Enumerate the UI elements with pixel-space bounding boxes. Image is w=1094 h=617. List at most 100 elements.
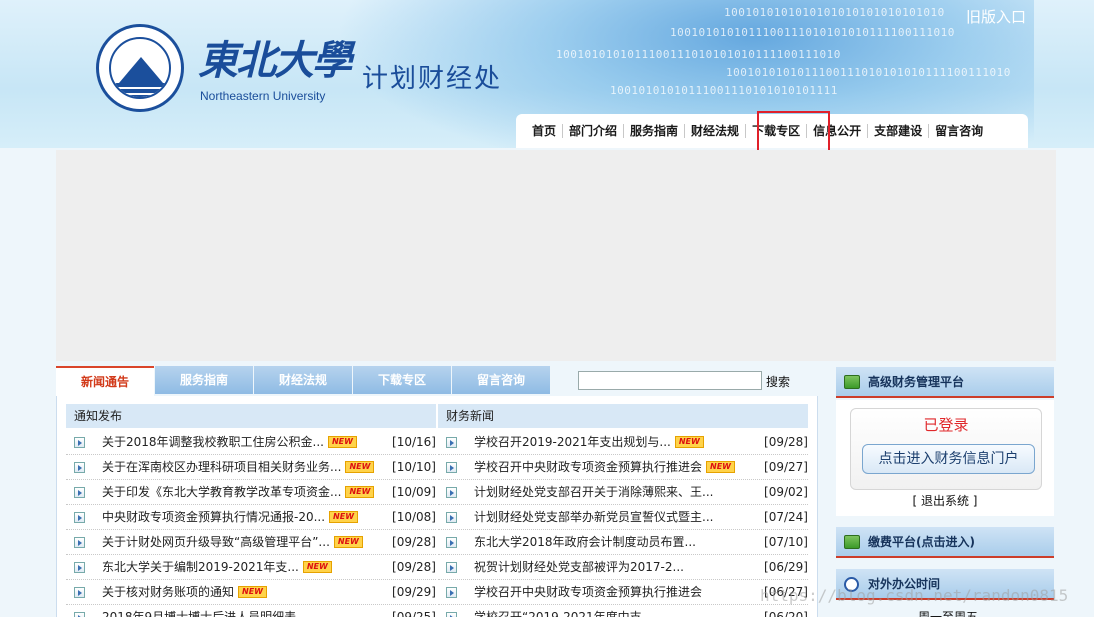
list-item-date: [09/02]: [764, 485, 808, 499]
office-hours-text: 周一至周五: [918, 610, 979, 617]
bullet-arrow-icon: [446, 586, 457, 598]
list-item[interactable]: 中央财政专项资金预算执行情况通报-20... NEW [10/08]: [66, 505, 436, 530]
list-item-title[interactable]: 学校召开2019-2021年支出规划与...: [474, 430, 671, 455]
nav-item-regulations[interactable]: 财经法规: [685, 124, 747, 138]
list-item[interactable]: 东北大学关于编制2019-2021年支... NEW [09/28]: [66, 555, 436, 580]
binary-decoration: 1001010101011100111010101010111100111010: [670, 26, 955, 39]
bullet-arrow-icon: [446, 611, 457, 617]
platform-icon: [844, 375, 860, 389]
list-item[interactable]: 关于计财处网页升级导致“高级管理平台”... NEW [09/28]: [66, 530, 436, 555]
list-item-title[interactable]: 关于计财处网页升级导致“高级管理平台”...: [102, 530, 330, 555]
banner-area: [56, 150, 1056, 361]
payment-platform-title: 缴费平台(点击进入): [868, 535, 975, 549]
list-item[interactable]: 关于核对财务账项的通知 NEW [09/29]: [66, 580, 436, 605]
list-item-title[interactable]: 学校召开中央财政专项资金预算执行推进会: [474, 580, 702, 605]
list-item-title[interactable]: 东北大学关于编制2019-2021年支...: [102, 555, 299, 580]
list-item[interactable]: 2018年9月博士博士后进人员明细表 [09/25]: [66, 605, 436, 617]
new-badge-icon: NEW: [329, 511, 359, 523]
list-item-date: [06/29]: [764, 560, 808, 574]
list-item[interactable]: 学校召开“2019-2021年度中支... [06/20]: [438, 605, 808, 617]
list-item-date: [10/16]: [392, 435, 436, 449]
main-nav: 首页 部门介绍 服务指南 财经法规 下载专区 信息公开 支部建设 留言咨询: [516, 114, 1028, 148]
bullet-arrow-icon: [74, 486, 85, 498]
bullet-arrow-icon: [74, 561, 85, 573]
new-badge-icon: NEW: [674, 436, 704, 448]
bullet-arrow-icon: [74, 611, 85, 617]
list-item[interactable]: 关于印发《东北大学教育教学改革专项资金... NEW [10/09]: [66, 480, 436, 505]
nav-item-about[interactable]: 部门介绍: [563, 124, 625, 138]
new-badge-icon: NEW: [345, 461, 375, 473]
nav-item-branch[interactable]: 支部建设: [868, 124, 930, 138]
watermark: https://blog.csdn.net/randon0815: [760, 586, 1069, 605]
list-item-title[interactable]: 学校召开“2019-2021年度中支...: [474, 605, 653, 617]
wave-icon: [115, 89, 169, 93]
list-item-title[interactable]: 祝贺计划财经处党支部被评为2017-2...: [474, 555, 684, 580]
list-item-date: [07/10]: [764, 535, 808, 549]
list-item-title[interactable]: 东北大学2018年政府会计制度动员布置...: [474, 530, 696, 555]
wave-icon: [115, 83, 169, 87]
list-item-date: [09/27]: [764, 460, 808, 474]
list-item-title[interactable]: 中央财政专项资金预算执行情况通报-20...: [102, 505, 325, 530]
bullet-arrow-icon: [446, 561, 457, 573]
nav-item-guestbook[interactable]: 留言咨询: [929, 124, 989, 138]
tab-downloads[interactable]: 下载专区: [353, 366, 451, 394]
old-version-link[interactable]: 旧版入口: [966, 6, 1026, 27]
list-item-title[interactable]: 计划财经处党支部举办新党员宣誓仪式暨主...: [474, 505, 713, 530]
binary-decoration: 10010101010111001110101010101111: [610, 84, 838, 97]
login-status: 已登录: [923, 416, 969, 434]
nav-item-service-guide[interactable]: 服务指南: [624, 124, 686, 138]
list-item-date: [10/08]: [392, 510, 436, 524]
tab-news[interactable]: 新闻通告: [56, 366, 154, 396]
list-item-date: [06/20]: [764, 610, 808, 617]
nav-item-info-disclosure[interactable]: 信息公开: [807, 124, 869, 138]
search-button[interactable]: 搜索: [766, 373, 790, 390]
logout-link[interactable]: [ 退出系统 ]: [836, 492, 1054, 509]
new-badge-icon: NEW: [302, 561, 332, 573]
list-item-title[interactable]: 关于2018年调整我校教职工住房公积金...: [102, 430, 324, 455]
new-badge-icon: NEW: [327, 436, 357, 448]
tab-guestbook[interactable]: 留言咨询: [452, 366, 550, 394]
list-item-title[interactable]: 关于印发《东北大学教育教学改革专项资金...: [102, 480, 341, 505]
list-item[interactable]: 东北大学2018年政府会计制度动员布置... [07/10]: [438, 530, 808, 555]
list-item[interactable]: 计划财经处党支部举办新党员宣誓仪式暨主... [07/24]: [438, 505, 808, 530]
list-item-title[interactable]: 2018年9月博士博士后进人员明细表: [102, 605, 296, 617]
finance-portal-button[interactable]: 点击进入财务信息门户: [862, 444, 1035, 474]
list-item[interactable]: 关于2018年调整我校教职工住房公积金... NEW [10/16]: [66, 430, 436, 455]
finance-platform-title: 高级财务管理平台: [868, 375, 965, 389]
list-item[interactable]: 关于在浑南校区办理科研项目相关财务业务... NEW [10/10]: [66, 455, 436, 480]
list-item-date: [09/29]: [392, 585, 436, 599]
list-item[interactable]: 学校召开中央财政专项资金预算执行推进会 [06/27]: [438, 580, 808, 605]
tab-regulations[interactable]: 财经法规: [254, 366, 352, 394]
list-item[interactable]: 学校召开2019-2021年支出规划与... NEW [09/28]: [438, 430, 808, 455]
bullet-arrow-icon: [74, 436, 85, 448]
list-item-title[interactable]: 关于在浑南校区办理科研项目相关财务业务...: [102, 455, 341, 480]
new-badge-icon: NEW: [333, 536, 363, 548]
payment-platform-header[interactable]: 缴费平台(点击进入): [836, 527, 1054, 558]
seal-emblem: [109, 37, 171, 99]
list-item[interactable]: 学校召开中央财政专项资金预算执行推进会 NEW [09/27]: [438, 455, 808, 480]
binary-decoration: 1001010101010101010101010101010: [724, 6, 945, 19]
finance-platform-header[interactable]: 高级财务管理平台: [836, 367, 1054, 398]
bullet-arrow-icon: [74, 536, 85, 548]
finance-news-header: 财务新闻: [438, 404, 808, 428]
nav-item-home[interactable]: 首页: [526, 124, 564, 138]
nav-item-downloads[interactable]: 下载专区: [746, 124, 808, 138]
list-item[interactable]: 祝贺计划财经处党支部被评为2017-2... [06/29]: [438, 555, 808, 580]
list-item-date: [10/09]: [392, 485, 436, 499]
department-title: 计划财经处: [362, 64, 503, 94]
list-item-date: [09/28]: [764, 435, 808, 449]
tab-service-guide[interactable]: 服务指南: [155, 366, 253, 394]
new-badge-icon: NEW: [238, 586, 267, 598]
list-item-title[interactable]: 学校召开中央财政专项资金预算执行推进会: [474, 455, 702, 480]
payment-icon: [844, 535, 860, 549]
logo-chinese-name: 東北大學: [198, 37, 352, 84]
list-item[interactable]: 计划财经处党支部召开关于消除薄熙来、王... [09/02]: [438, 480, 808, 505]
university-seal-logo[interactable]: [96, 24, 184, 112]
list-item-title[interactable]: 计划财经处党支部召开关于消除薄熙来、王...: [474, 480, 713, 505]
list-item-title[interactable]: 关于核对财务账项的通知: [102, 580, 234, 605]
list-item-date: [07/24]: [764, 510, 808, 524]
wave-icon: [115, 95, 169, 97]
search-input[interactable]: [578, 371, 762, 390]
binary-decoration: 1001010101011100111010101010111100111010: [726, 66, 1011, 79]
bullet-arrow-icon: [446, 536, 457, 548]
